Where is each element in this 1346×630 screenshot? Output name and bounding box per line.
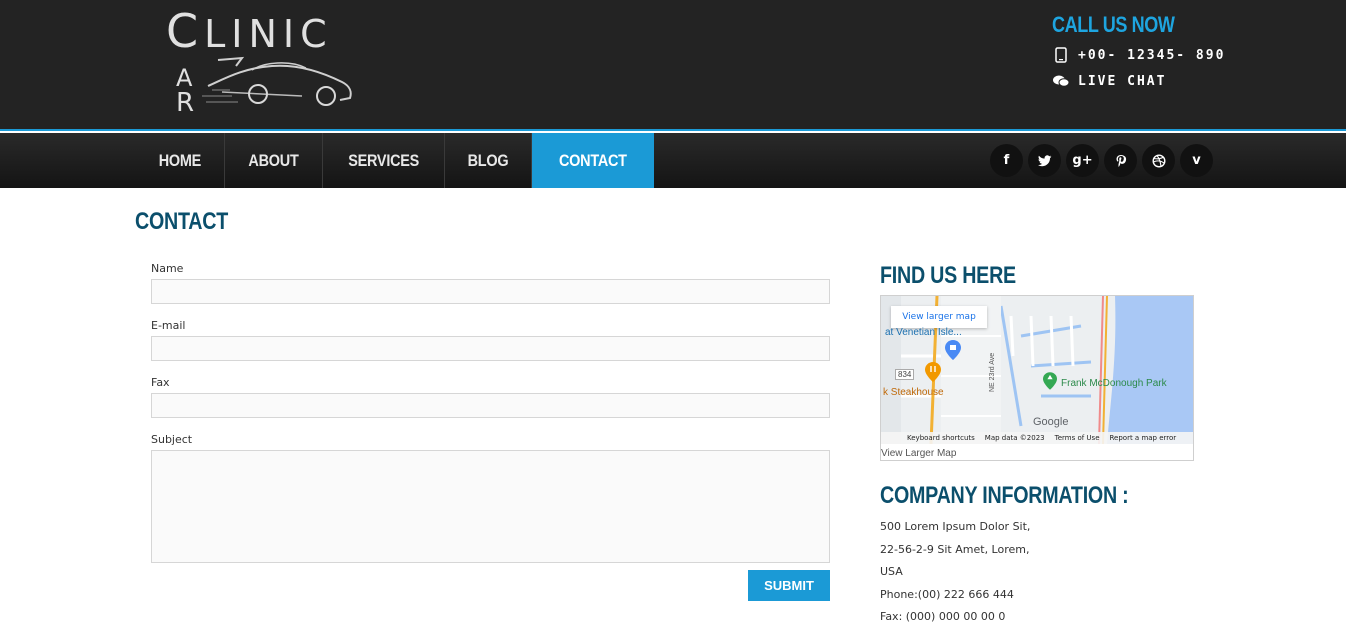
call-us-title: CALL US NOW bbox=[1052, 12, 1175, 37]
phone-number: +00- 12345- 890 bbox=[1078, 47, 1226, 63]
phone-row[interactable]: +00- 12345- 890 bbox=[1052, 46, 1252, 64]
logo-cap-letter: C bbox=[166, 4, 205, 58]
address-country: USA bbox=[880, 565, 903, 578]
call-us-block: CALL US NOW +00- 12345- 890 LIVE CHAT bbox=[1052, 12, 1252, 90]
mobile-phone-icon bbox=[1052, 46, 1070, 64]
vimeo-icon[interactable]: v bbox=[1180, 144, 1213, 177]
embedded-map[interactable]: View larger map at Venetian Isle... k St… bbox=[880, 295, 1194, 461]
pinterest-icon[interactable] bbox=[1104, 144, 1137, 177]
nav-item-blog[interactable]: BLOG bbox=[445, 133, 532, 188]
google-plus-icon[interactable]: g+ bbox=[1066, 144, 1099, 177]
name-label: Name bbox=[151, 262, 184, 275]
name-field[interactable] bbox=[151, 279, 830, 304]
nav-item-label: HOME bbox=[158, 150, 202, 170]
map-label-venetian: at Venetian Isle... bbox=[885, 327, 962, 338]
logo-letter-r: R bbox=[176, 88, 195, 118]
park-pin-icon[interactable] bbox=[1043, 372, 1057, 390]
view-larger-map-link[interactable]: View Larger Map bbox=[881, 448, 956, 459]
subject-label: Subject bbox=[151, 433, 193, 446]
company-fax: Fax: (000) 000 00 00 0 bbox=[880, 610, 1006, 623]
contact-form: Name E-mail Fax Subject bbox=[151, 262, 831, 578]
social-links: f g+ v bbox=[990, 144, 1213, 177]
shopping-pin-icon[interactable] bbox=[945, 340, 961, 360]
nav-item-label: SERVICES bbox=[348, 150, 419, 170]
logo-word-clinic: LINIC bbox=[204, 12, 333, 56]
chat-bubbles-icon bbox=[1052, 72, 1070, 90]
find-us-heading: FIND US HERE bbox=[880, 262, 1016, 289]
company-phone: Phone:(00) 222 666 444 bbox=[880, 587, 1014, 601]
keyboard-shortcuts-link[interactable]: Keyboard shortcuts bbox=[907, 434, 975, 442]
nav-item-label: CONTACT bbox=[558, 150, 627, 170]
company-info-heading: COMPANY INFORMATION : bbox=[880, 482, 1129, 509]
dribbble-icon[interactable] bbox=[1142, 144, 1175, 177]
page-title: CONTACT bbox=[135, 208, 229, 235]
map-road-shield: 834 bbox=[895, 369, 915, 380]
nav-item-about[interactable]: ABOUT bbox=[225, 133, 323, 188]
map-data-text: Map data ©2023 bbox=[984, 434, 1045, 442]
nav-item-label: ABOUT bbox=[248, 150, 299, 170]
facebook-icon[interactable]: f bbox=[990, 144, 1023, 177]
map-canvas[interactable]: View larger map at Venetian Isle... k St… bbox=[881, 296, 1193, 444]
clinic-car-logo[interactable]: CLINIC A R bbox=[166, 4, 366, 120]
car-icon bbox=[202, 56, 352, 106]
fax-field[interactable] bbox=[151, 393, 830, 418]
main-navbar: HOME ABOUT SERVICES BLOG CONTACT f g+ v bbox=[0, 133, 1346, 188]
report-error-link[interactable]: Report a map error bbox=[1110, 434, 1177, 442]
map-attribution: Keyboard shortcuts Map data ©2023 Terms … bbox=[881, 432, 1193, 444]
restaurant-pin-icon[interactable] bbox=[925, 362, 941, 382]
subject-textarea[interactable] bbox=[151, 450, 830, 563]
email-label: E-mail bbox=[151, 319, 186, 332]
nav-menu: HOME ABOUT SERVICES BLOG CONTACT bbox=[136, 133, 654, 188]
address-line: 500 Lorem Ipsum Dolor Sit, bbox=[880, 520, 1031, 533]
nav-item-home[interactable]: HOME bbox=[136, 133, 225, 188]
map-label-park: Frank McDonough Park bbox=[1061, 378, 1167, 389]
submit-button[interactable]: SUBMIT bbox=[748, 570, 830, 601]
fax-label: Fax bbox=[151, 376, 170, 389]
map-street-label: NE 23rd Ave bbox=[989, 352, 996, 392]
address-line: 22-56-2-9 Sit Amet, Lorem, bbox=[880, 542, 1030, 556]
company-address: 500 Lorem Ipsum Dolor Sit, 22-56-2-9 Sit… bbox=[880, 516, 1030, 629]
map-label-steakhouse: k Steakhouse bbox=[883, 387, 944, 398]
site-header: CLINIC A R CALL US NOW +00- 12345- 890 L… bbox=[0, 0, 1346, 131]
logo-wordmark: CLINIC bbox=[166, 4, 333, 58]
nav-item-services[interactable]: SERVICES bbox=[323, 133, 446, 188]
terms-link[interactable]: Terms of Use bbox=[1055, 434, 1100, 442]
live-chat-label: LIVE CHAT bbox=[1078, 73, 1167, 89]
view-larger-map-button[interactable]: View larger map bbox=[891, 306, 987, 328]
live-chat-row[interactable]: LIVE CHAT bbox=[1052, 72, 1252, 90]
nav-item-label: BLOG bbox=[467, 150, 509, 170]
twitter-icon[interactable] bbox=[1028, 144, 1061, 177]
email-field[interactable] bbox=[151, 336, 830, 361]
nav-item-contact[interactable]: CONTACT bbox=[531, 133, 654, 188]
google-logo: Google bbox=[1033, 416, 1069, 428]
